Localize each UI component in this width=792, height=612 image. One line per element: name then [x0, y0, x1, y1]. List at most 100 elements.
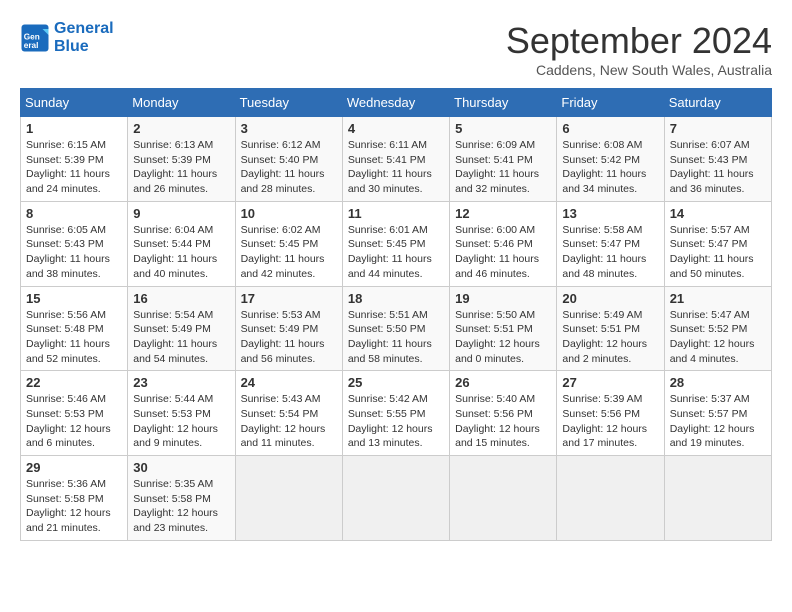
title-block: September 2024 Caddens, New South Wales,… — [506, 20, 772, 78]
calendar-cell: 2 Sunrise: 6:13 AMSunset: 5:39 PMDayligh… — [128, 117, 235, 202]
calendar-cell: 4 Sunrise: 6:11 AMSunset: 5:41 PMDayligh… — [342, 117, 449, 202]
location-subtitle: Caddens, New South Wales, Australia — [506, 62, 772, 78]
day-number: 12 — [455, 206, 551, 221]
month-title: September 2024 — [506, 20, 772, 62]
day-info: Sunrise: 6:12 AMSunset: 5:40 PMDaylight:… — [241, 139, 325, 195]
day-number: 5 — [455, 121, 551, 136]
calendar-cell — [664, 456, 771, 541]
day-number: 24 — [241, 375, 337, 390]
day-info: Sunrise: 5:40 AMSunset: 5:56 PMDaylight:… — [455, 393, 540, 449]
calendar-cell: 1 Sunrise: 6:15 AMSunset: 5:39 PMDayligh… — [21, 117, 128, 202]
day-number: 25 — [348, 375, 444, 390]
day-number: 15 — [26, 291, 122, 306]
page-header: Gen eral General Blue September 2024 Cad… — [20, 20, 772, 78]
day-info: Sunrise: 5:46 AMSunset: 5:53 PMDaylight:… — [26, 393, 111, 449]
day-number: 1 — [26, 121, 122, 136]
calendar-cell: 25 Sunrise: 5:42 AMSunset: 5:55 PMDaylig… — [342, 371, 449, 456]
day-info: Sunrise: 5:39 AMSunset: 5:56 PMDaylight:… — [562, 393, 647, 449]
day-number: 13 — [562, 206, 658, 221]
calendar-cell — [450, 456, 557, 541]
weekday-header: Friday — [557, 89, 664, 117]
calendar-cell: 16 Sunrise: 5:54 AMSunset: 5:49 PMDaylig… — [128, 286, 235, 371]
day-number: 7 — [670, 121, 766, 136]
day-number: 22 — [26, 375, 122, 390]
calendar-cell: 17 Sunrise: 5:53 AMSunset: 5:49 PMDaylig… — [235, 286, 342, 371]
logo-text: General Blue — [54, 20, 114, 55]
calendar-cell: 13 Sunrise: 5:58 AMSunset: 5:47 PMDaylig… — [557, 201, 664, 286]
calendar-cell: 8 Sunrise: 6:05 AMSunset: 5:43 PMDayligh… — [21, 201, 128, 286]
day-info: Sunrise: 6:02 AMSunset: 5:45 PMDaylight:… — [241, 224, 325, 280]
day-info: Sunrise: 6:11 AMSunset: 5:41 PMDaylight:… — [348, 139, 432, 195]
calendar-cell: 26 Sunrise: 5:40 AMSunset: 5:56 PMDaylig… — [450, 371, 557, 456]
day-number: 26 — [455, 375, 551, 390]
calendar-cell: 3 Sunrise: 6:12 AMSunset: 5:40 PMDayligh… — [235, 117, 342, 202]
day-info: Sunrise: 5:56 AMSunset: 5:48 PMDaylight:… — [26, 309, 110, 365]
calendar-cell: 18 Sunrise: 5:51 AMSunset: 5:50 PMDaylig… — [342, 286, 449, 371]
day-number: 23 — [133, 375, 229, 390]
day-number: 4 — [348, 121, 444, 136]
weekday-header: Wednesday — [342, 89, 449, 117]
day-number: 30 — [133, 460, 229, 475]
logo: Gen eral General Blue — [20, 20, 114, 55]
day-info: Sunrise: 5:58 AMSunset: 5:47 PMDaylight:… — [562, 224, 646, 280]
svg-text:eral: eral — [24, 40, 39, 49]
day-info: Sunrise: 5:54 AMSunset: 5:49 PMDaylight:… — [133, 309, 217, 365]
calendar-cell: 10 Sunrise: 6:02 AMSunset: 5:45 PMDaylig… — [235, 201, 342, 286]
day-info: Sunrise: 5:36 AMSunset: 5:58 PMDaylight:… — [26, 478, 111, 534]
calendar-cell — [235, 456, 342, 541]
calendar-cell: 15 Sunrise: 5:56 AMSunset: 5:48 PMDaylig… — [21, 286, 128, 371]
day-number: 8 — [26, 206, 122, 221]
calendar-week-row: 1 Sunrise: 6:15 AMSunset: 5:39 PMDayligh… — [21, 117, 772, 202]
day-info: Sunrise: 6:00 AMSunset: 5:46 PMDaylight:… — [455, 224, 539, 280]
calendar-cell: 22 Sunrise: 5:46 AMSunset: 5:53 PMDaylig… — [21, 371, 128, 456]
weekday-header: Thursday — [450, 89, 557, 117]
weekday-header: Tuesday — [235, 89, 342, 117]
day-number: 17 — [241, 291, 337, 306]
day-number: 21 — [670, 291, 766, 306]
day-info: Sunrise: 6:08 AMSunset: 5:42 PMDaylight:… — [562, 139, 646, 195]
calendar-cell: 12 Sunrise: 6:00 AMSunset: 5:46 PMDaylig… — [450, 201, 557, 286]
calendar-cell: 9 Sunrise: 6:04 AMSunset: 5:44 PMDayligh… — [128, 201, 235, 286]
logo-icon: Gen eral — [20, 23, 50, 53]
day-number: 29 — [26, 460, 122, 475]
calendar-cell: 19 Sunrise: 5:50 AMSunset: 5:51 PMDaylig… — [450, 286, 557, 371]
day-number: 11 — [348, 206, 444, 221]
day-info: Sunrise: 5:50 AMSunset: 5:51 PMDaylight:… — [455, 309, 540, 365]
day-info: Sunrise: 6:07 AMSunset: 5:43 PMDaylight:… — [670, 139, 754, 195]
day-number: 2 — [133, 121, 229, 136]
day-info: Sunrise: 6:09 AMSunset: 5:41 PMDaylight:… — [455, 139, 539, 195]
calendar-week-row: 15 Sunrise: 5:56 AMSunset: 5:48 PMDaylig… — [21, 286, 772, 371]
calendar-cell: 21 Sunrise: 5:47 AMSunset: 5:52 PMDaylig… — [664, 286, 771, 371]
day-number: 19 — [455, 291, 551, 306]
calendar-week-row: 22 Sunrise: 5:46 AMSunset: 5:53 PMDaylig… — [21, 371, 772, 456]
weekday-header: Sunday — [21, 89, 128, 117]
day-number: 16 — [133, 291, 229, 306]
day-info: Sunrise: 5:37 AMSunset: 5:57 PMDaylight:… — [670, 393, 755, 449]
day-info: Sunrise: 5:57 AMSunset: 5:47 PMDaylight:… — [670, 224, 754, 280]
calendar-week-row: 8 Sunrise: 6:05 AMSunset: 5:43 PMDayligh… — [21, 201, 772, 286]
calendar-cell: 30 Sunrise: 5:35 AMSunset: 5:58 PMDaylig… — [128, 456, 235, 541]
day-info: Sunrise: 6:04 AMSunset: 5:44 PMDaylight:… — [133, 224, 217, 280]
day-info: Sunrise: 6:13 AMSunset: 5:39 PMDaylight:… — [133, 139, 217, 195]
day-number: 9 — [133, 206, 229, 221]
day-info: Sunrise: 5:44 AMSunset: 5:53 PMDaylight:… — [133, 393, 218, 449]
day-number: 14 — [670, 206, 766, 221]
calendar-cell: 28 Sunrise: 5:37 AMSunset: 5:57 PMDaylig… — [664, 371, 771, 456]
day-info: Sunrise: 5:49 AMSunset: 5:51 PMDaylight:… — [562, 309, 647, 365]
calendar-header-row: SundayMondayTuesdayWednesdayThursdayFrid… — [21, 89, 772, 117]
day-number: 27 — [562, 375, 658, 390]
calendar-table: SundayMondayTuesdayWednesdayThursdayFrid… — [20, 88, 772, 541]
calendar-cell: 5 Sunrise: 6:09 AMSunset: 5:41 PMDayligh… — [450, 117, 557, 202]
calendar-cell: 14 Sunrise: 5:57 AMSunset: 5:47 PMDaylig… — [664, 201, 771, 286]
day-number: 20 — [562, 291, 658, 306]
calendar-cell: 7 Sunrise: 6:07 AMSunset: 5:43 PMDayligh… — [664, 117, 771, 202]
day-info: Sunrise: 6:01 AMSunset: 5:45 PMDaylight:… — [348, 224, 432, 280]
calendar-cell: 29 Sunrise: 5:36 AMSunset: 5:58 PMDaylig… — [21, 456, 128, 541]
day-number: 18 — [348, 291, 444, 306]
calendar-cell: 20 Sunrise: 5:49 AMSunset: 5:51 PMDaylig… — [557, 286, 664, 371]
calendar-cell — [557, 456, 664, 541]
calendar-cell: 27 Sunrise: 5:39 AMSunset: 5:56 PMDaylig… — [557, 371, 664, 456]
day-number: 6 — [562, 121, 658, 136]
day-info: Sunrise: 5:35 AMSunset: 5:58 PMDaylight:… — [133, 478, 218, 534]
day-number: 10 — [241, 206, 337, 221]
